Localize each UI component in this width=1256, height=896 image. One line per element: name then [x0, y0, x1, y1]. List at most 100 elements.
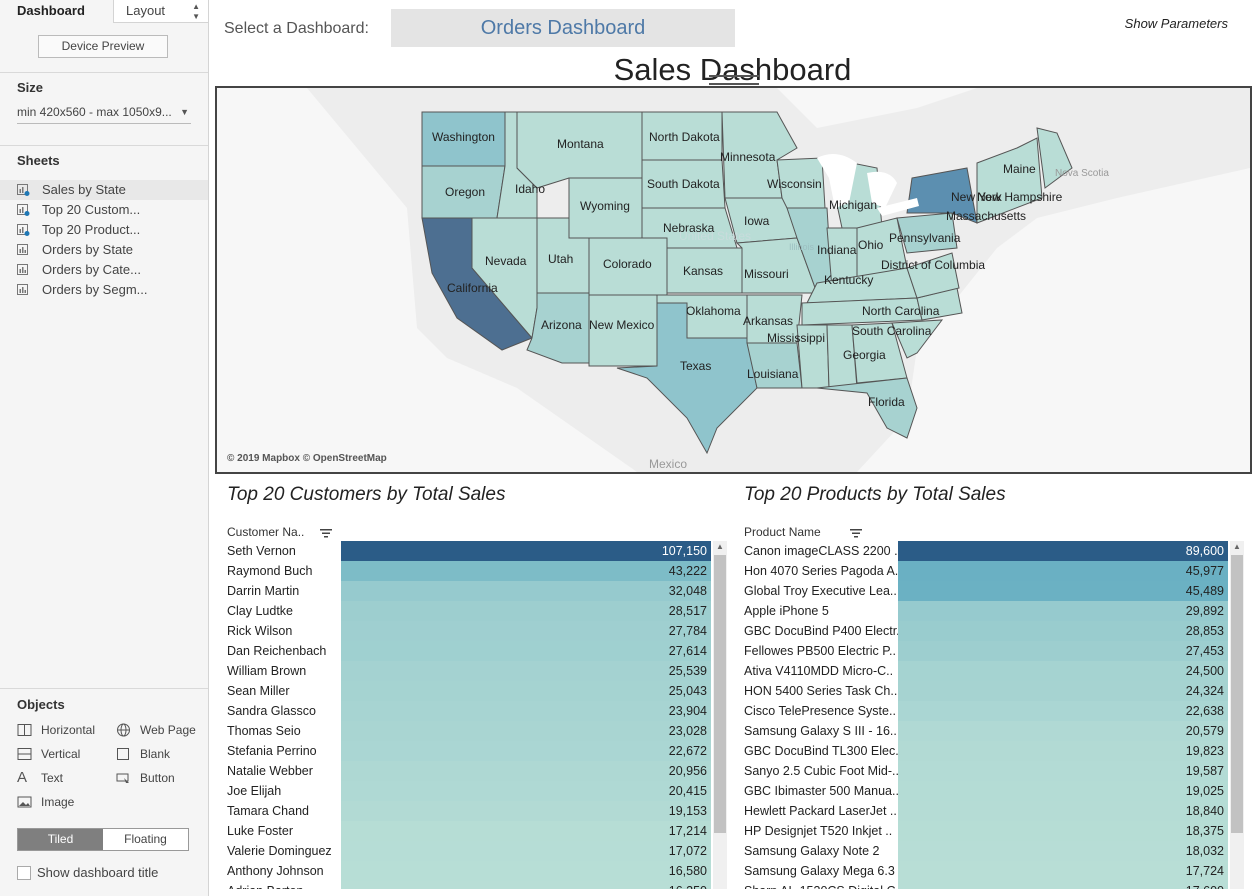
object-web-page[interactable]: Web Page: [116, 721, 196, 739]
product-name-header[interactable]: Product Name: [744, 523, 863, 541]
table-row[interactable]: Sanyo 2.5 Cubic Foot Mid-.. 19,587: [738, 761, 1228, 781]
row-sales-value: 17,214: [341, 821, 711, 841]
row-sales-value: 19,823: [898, 741, 1228, 761]
label-south-carolina: South Carolina: [852, 324, 932, 338]
table-row[interactable]: Fellowes PB500 Electric P.. 27,453: [738, 641, 1228, 661]
table-row[interactable]: Thomas Seio 23,028: [221, 721, 711, 741]
pane-tabs: Dashboard Layout ▲ ▼: [0, 0, 208, 23]
label-illinois: Illinois: [789, 242, 815, 252]
sheet-item-orders-by-state[interactable]: Orders by State: [0, 240, 208, 260]
object-label: Button: [140, 771, 175, 785]
row-name: William Brown: [221, 661, 341, 681]
size-dropdown[interactable]: min 420x560 - max 1050x9... ▼: [17, 102, 191, 124]
table-row[interactable]: Canon imageCLASS 2200 .. 89,600: [738, 541, 1228, 561]
label-washington: Washington: [432, 130, 495, 144]
table-row[interactable]: Natalie Webber 20,956: [221, 761, 711, 781]
row-sales-value: 107,150: [341, 541, 711, 561]
scroll-thumb[interactable]: [1231, 555, 1243, 833]
row-name: Ativa V4110MDD Micro-C..: [738, 661, 898, 681]
table-row[interactable]: Samsung Galaxy Note 2 18,032: [738, 841, 1228, 861]
table-row[interactable]: Adrian Barton16,250: [221, 881, 711, 889]
label-oklahoma: Oklahoma: [686, 304, 741, 318]
table-row[interactable]: Rick Wilson 27,784: [221, 621, 711, 641]
sort-icon[interactable]: [850, 528, 863, 538]
scroll-thumb[interactable]: [714, 555, 726, 833]
table-row[interactable]: Sean Miller 25,043: [221, 681, 711, 701]
customers-title: Top 20 Customers by Total Sales: [227, 484, 506, 505]
label-indiana: Indiana: [817, 243, 857, 257]
object-vertical[interactable]: Vertical: [17, 745, 80, 763]
object-image[interactable]: Image: [17, 793, 74, 811]
table-row[interactable]: Sandra Glassco 23,904: [221, 701, 711, 721]
sales-by-state-map[interactable]: Washington Oregon California Nevada Idah…: [215, 86, 1252, 474]
object-text[interactable]: A Text: [17, 769, 63, 787]
row-sales-value: 43,222: [341, 561, 711, 581]
table-row[interactable]: Cisco TelePresence Syste.. 22,638: [738, 701, 1228, 721]
sort-icon[interactable]: [319, 528, 332, 538]
worksheet-icon: [17, 244, 28, 255]
table-row[interactable]: Clay Ludtke 28,517: [221, 601, 711, 621]
table-row[interactable]: Sharp AL-1530CS Digital C..17,600: [738, 881, 1228, 889]
table-row[interactable]: Valerie Dominguez 17,072: [221, 841, 711, 861]
sheet-item-orders-by-segment[interactable]: Orders by Segm...: [0, 280, 208, 300]
label-nova-scotia: Nova Scotia: [1055, 168, 1109, 179]
map-credit: © 2019 Mapbox © OpenStreetMap: [227, 453, 387, 464]
table-row[interactable]: Hon 4070 Series Pagoda A.. 45,977: [738, 561, 1228, 581]
object-blank[interactable]: Blank: [116, 745, 170, 763]
table-row[interactable]: William Brown 25,539: [221, 661, 711, 681]
table-row[interactable]: GBC DocuBind P400 Electr.. 28,853: [738, 621, 1228, 641]
table-row[interactable]: Luke Foster 17,214: [221, 821, 711, 841]
table-row[interactable]: Raymond Buch 43,222: [221, 561, 711, 581]
table-row[interactable]: Seth Vernon 107,150: [221, 541, 711, 561]
sheet-item-top20-customers[interactable]: Top 20 Custom...: [0, 200, 208, 220]
table-row[interactable]: Samsung Galaxy Mega 6.3 17,724: [738, 861, 1228, 881]
row-name: Raymond Buch: [221, 561, 341, 581]
tab-dashboard[interactable]: Dashboard: [0, 0, 113, 23]
customer-name-header[interactable]: Customer Na..: [227, 523, 332, 541]
row-name: Tamara Chand: [221, 801, 341, 821]
table-row[interactable]: HON 5400 Series Task Ch.. 24,324: [738, 681, 1228, 701]
show-dashboard-title-checkbox[interactable]: Show dashboard title: [17, 864, 158, 882]
table-row[interactable]: Stefania Perrino 22,672: [221, 741, 711, 761]
tiled-button[interactable]: Tiled: [18, 829, 103, 850]
object-button[interactable]: Button: [116, 769, 175, 787]
show-dashboard-title-label: Show dashboard title: [37, 865, 159, 880]
table-row[interactable]: GBC Ibimaster 500 Manua.. 19,025: [738, 781, 1228, 801]
label-idaho: Idaho: [515, 182, 545, 196]
table-row[interactable]: Global Troy Executive Lea.. 45,489: [738, 581, 1228, 601]
table-row[interactable]: Ativa V4110MDD Micro-C.. 24,500: [738, 661, 1228, 681]
object-horizontal[interactable]: Horizontal: [17, 721, 95, 739]
device-preview-button[interactable]: Device Preview: [38, 35, 168, 58]
table-row[interactable]: Apple iPhone 5 29,892: [738, 601, 1228, 621]
table-row[interactable]: Hewlett Packard LaserJet .. 18,840: [738, 801, 1228, 821]
objects-section-title: Objects: [17, 697, 65, 712]
table-row[interactable]: HP Designjet T520 Inkjet .. 18,375: [738, 821, 1228, 841]
table-row[interactable]: Tamara Chand 19,153: [221, 801, 711, 821]
product-name-header-label: Product Name: [744, 525, 821, 539]
table-row[interactable]: Darrin Martin 32,048: [221, 581, 711, 601]
customers-scrollbar[interactable]: ▲: [713, 541, 727, 889]
show-parameters-button[interactable]: Show Parameters: [1125, 16, 1228, 31]
sheet-item-sales-by-state[interactable]: Sales by State: [0, 180, 208, 200]
us-state-map: Washington Oregon California Nevada Idah…: [217, 88, 1250, 472]
row-name: GBC Ibimaster 500 Manua..: [738, 781, 898, 801]
move-handle[interactable]: [709, 75, 759, 85]
label-mississippi: Mississippi: [767, 331, 825, 345]
table-row[interactable]: Samsung Galaxy S III - 16.. 20,579: [738, 721, 1228, 741]
scroll-up-icon[interactable]: ▲: [1230, 541, 1244, 553]
table-row[interactable]: Joe Elijah 20,415: [221, 781, 711, 801]
table-row[interactable]: GBC DocuBind TL300 Elec.. 19,823: [738, 741, 1228, 761]
label-nevada: Nevada: [485, 254, 527, 268]
floating-button[interactable]: Floating: [103, 829, 188, 850]
label-kansas: Kansas: [683, 264, 723, 278]
table-row[interactable]: Anthony Johnson 16,580: [221, 861, 711, 881]
sheet-item-top20-products[interactable]: Top 20 Product...: [0, 220, 208, 240]
label-maine: Maine: [1003, 162, 1036, 176]
dashboard-selector[interactable]: Orders Dashboard: [391, 9, 735, 47]
table-row[interactable]: Dan Reichenbach 27,614: [221, 641, 711, 661]
products-scrollbar[interactable]: ▲: [1230, 541, 1244, 889]
row-name: Global Troy Executive Lea..: [738, 581, 898, 601]
tab-layout[interactable]: Layout ▲ ▼: [113, 0, 208, 23]
sheet-item-orders-by-category[interactable]: Orders by Cate...: [0, 260, 208, 280]
scroll-up-icon[interactable]: ▲: [713, 541, 727, 553]
